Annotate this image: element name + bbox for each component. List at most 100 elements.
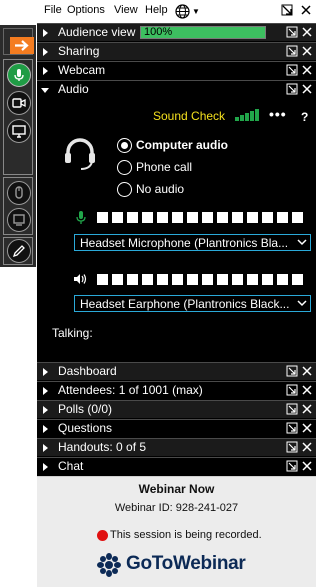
section-questions[interactable]: Questions (37, 419, 316, 437)
chevron-down-icon (297, 239, 307, 246)
section-controls (286, 45, 313, 60)
section-chat[interactable]: Chat (37, 457, 316, 475)
speaker-select[interactable]: Headset Earphone (Plantronics Black... (74, 295, 311, 312)
section-label: Attendees: 1 of 1001 (max) (58, 383, 203, 397)
webcam-icon (12, 98, 26, 108)
menu-options[interactable]: Options (67, 4, 105, 16)
gotowebinar-logo-icon (97, 553, 121, 577)
drawing-tools-button[interactable] (7, 239, 31, 263)
radio-label: No audio (136, 182, 185, 196)
talking-label: Talking: (52, 326, 93, 340)
section-label: Webcam (58, 63, 106, 77)
mic-level-meter (97, 212, 307, 226)
menu-file[interactable]: File (44, 4, 62, 16)
section-sharing[interactable]: Sharing (37, 42, 316, 60)
recording-indicator-icon (97, 530, 108, 541)
section-controls (286, 64, 313, 79)
chevron-down-icon[interactable]: ▼ (192, 7, 200, 16)
arrow-right-icon (15, 40, 29, 51)
section-polls[interactable]: Polls (0/0) (37, 400, 316, 418)
recording-status: This session is being recorded. (110, 529, 262, 541)
close-icon[interactable] (301, 403, 313, 415)
popout-icon[interactable] (286, 403, 298, 415)
pencil-icon (12, 245, 25, 258)
mouse-icon (15, 186, 23, 199)
microphone-select[interactable]: Headset Microphone (Plantronics Bla... (74, 234, 311, 251)
audience-view-progress: 100% (140, 26, 266, 39)
section-label: Audio (58, 82, 89, 96)
handout-button[interactable] (7, 208, 31, 232)
webcam-toggle-button[interactable] (7, 91, 31, 115)
expand-arrow-icon (43, 425, 48, 433)
section-attendees[interactable]: Attendees: 1 of 1001 (max) (37, 381, 316, 399)
grab-tab (0, 25, 36, 267)
mic-toggle-button[interactable] (7, 63, 31, 87)
screen-icon (12, 125, 26, 138)
close-icon[interactable] (301, 45, 313, 57)
radio-button[interactable] (117, 160, 132, 175)
section-label: Dashboard (58, 364, 117, 378)
session-footer: Webinar Now Webinar ID: 928-241-027 This… (37, 476, 316, 587)
section-controls (286, 384, 313, 399)
radio-button[interactable] (117, 182, 132, 197)
expand-arrow-icon (43, 406, 48, 414)
close-icon[interactable] (301, 26, 313, 38)
section-controls (286, 83, 313, 98)
section-dashboard[interactable]: Dashboard (37, 362, 316, 380)
close-icon[interactable] (301, 83, 313, 95)
expand-arrow-icon (43, 387, 48, 395)
close-icon[interactable] (301, 384, 313, 396)
section-handouts[interactable]: Handouts: 0 of 5 (37, 438, 316, 456)
section-label: Handouts: 0 of 5 (58, 440, 147, 454)
radio-button[interactable] (117, 138, 132, 153)
section-label: Sharing (58, 44, 100, 58)
section-controls (286, 422, 313, 437)
popout-icon[interactable] (286, 365, 298, 377)
grab-tab-media-group (3, 59, 33, 175)
webinar-id: Webinar ID: 928-241-027 (114, 502, 239, 514)
grab-tab-top (3, 28, 34, 55)
close-icon[interactable] (301, 441, 313, 453)
close-icon[interactable] (301, 422, 313, 434)
close-icon[interactable] (301, 64, 313, 76)
audio-help-button[interactable]: ? (301, 110, 308, 124)
close-icon[interactable] (301, 460, 313, 472)
minimize-panel-icon[interactable] (281, 4, 293, 16)
sound-check-link[interactable]: Sound Check (153, 109, 225, 123)
close-icon[interactable] (300, 4, 312, 16)
section-label: Audience view (58, 25, 136, 39)
keyboard-mouse-button[interactable] (7, 181, 31, 205)
expand-arrow-icon (43, 368, 48, 376)
popout-icon[interactable] (286, 45, 298, 57)
popout-icon[interactable] (286, 422, 298, 434)
section-label: Chat (58, 459, 84, 473)
menu-view[interactable]: View (114, 4, 138, 16)
more-options-button[interactable]: ••• (269, 106, 287, 122)
close-icon[interactable] (301, 365, 313, 377)
popout-icon[interactable] (286, 64, 298, 76)
menu-bar: File Options View Help ▼ (37, 0, 316, 23)
section-controls (286, 26, 313, 41)
speaker-select-value: Headset Earphone (Plantronics Black... (80, 297, 290, 311)
popout-icon[interactable] (286, 26, 298, 38)
microphone-select-value: Headset Microphone (Plantronics Bla... (80, 236, 289, 250)
popout-icon[interactable] (286, 83, 298, 95)
popout-icon[interactable] (286, 384, 298, 396)
popout-icon[interactable] (286, 460, 298, 472)
speaker-icon (74, 274, 87, 284)
section-audio[interactable]: Audio (37, 80, 316, 98)
language-globe-icon[interactable] (175, 4, 190, 19)
screen-share-button[interactable] (7, 119, 31, 143)
menu-help[interactable]: Help (145, 4, 168, 16)
handout-icon (13, 214, 25, 226)
section-controls (286, 365, 313, 380)
progress-text: 100% (144, 26, 173, 38)
toggle-panel-button[interactable] (10, 37, 34, 54)
audio-panel: Sound Check ••• ? Computer audio Phone c… (37, 100, 316, 362)
section-webcam[interactable]: Webcam (37, 61, 316, 79)
headset-icon (65, 138, 95, 170)
popout-icon[interactable] (286, 441, 298, 453)
section-controls (286, 460, 313, 475)
expand-arrow-icon (43, 444, 48, 452)
section-audience-view[interactable]: Audience view 100% (37, 23, 316, 41)
